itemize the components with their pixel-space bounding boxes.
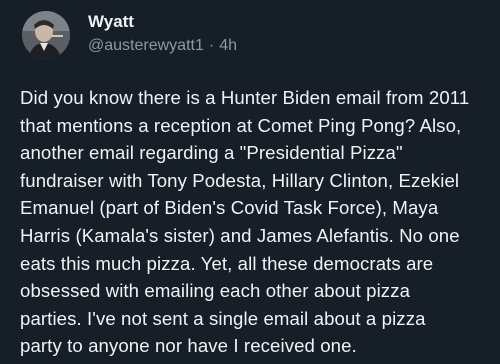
post-text-line: Harris (Kamala's sister) and James Alefa… [20,224,460,246]
post-text-line: fundraiser with Tony Podesta, Hillary Cl… [20,169,460,191]
post-text-line: that mentions a reception at Comet Ping … [20,114,462,136]
post-text-line: another email regarding a "Presidential … [20,142,403,164]
post-meta: @austerewyatt1 · 4h [88,36,237,56]
post-timestamp[interactable]: 4h [219,37,237,54]
post-text-line: party to anyone nor have I received one. [20,335,357,357]
avatar[interactable] [22,11,70,59]
post-text: Did you know there is a Hunter Biden ema… [20,84,490,360]
meta-separator: · [208,37,215,54]
post-text-line: parties. I've not sent a single email ab… [20,307,426,329]
post-text-line: obsessed with emailing each other about … [20,280,411,302]
post-text-line: Emanuel (part of Biden's Covid Task Forc… [20,197,439,219]
display-name[interactable]: Wyatt [88,12,134,32]
user-handle[interactable]: @austerewyatt1 [88,37,204,54]
post-text-line: eats this much pizza. Yet, all these dem… [20,252,434,274]
avatar-image [22,11,70,59]
post-card: Wyatt @austerewyatt1 · 4h Did you know the… [0,0,500,364]
post-text-line: Did you know there is a Hunter Biden ema… [20,87,470,108]
